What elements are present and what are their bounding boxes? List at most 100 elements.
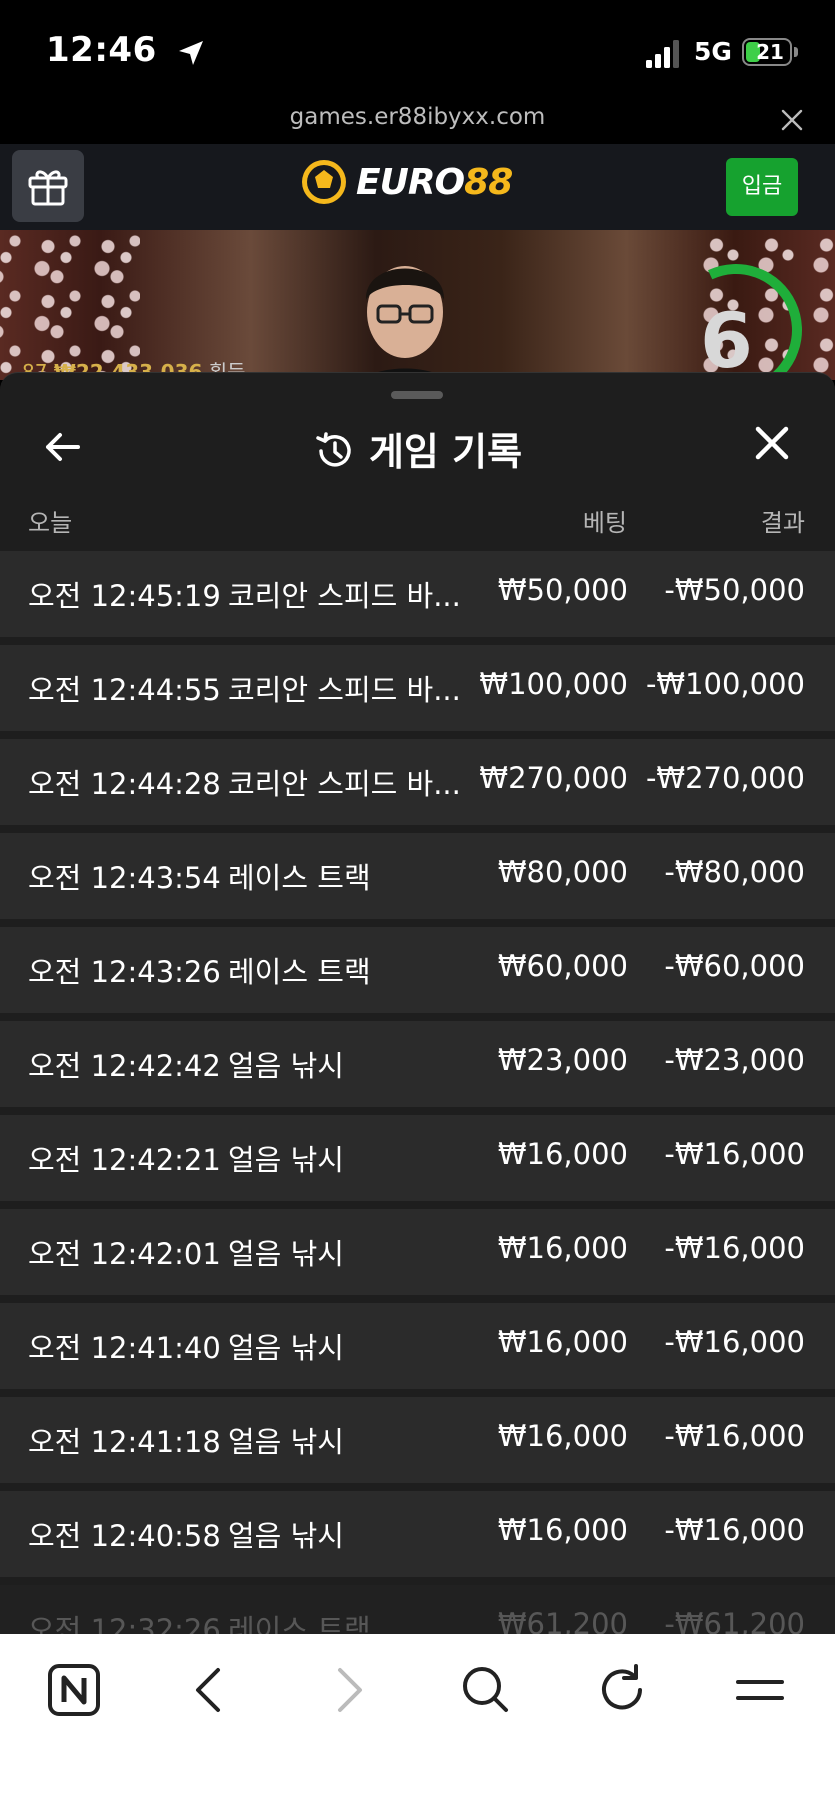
row-bet: ₩100,000	[479, 667, 628, 701]
dealer-image	[360, 266, 450, 380]
row-game: 얼음 낚시	[228, 1143, 344, 1177]
history-row[interactable]: 오전 12:43:54 레이스 트랙 ₩80,000 -₩80,000	[0, 833, 835, 919]
logo-text-yellow: 88	[464, 162, 513, 203]
row-time: 오전 12:32:26	[28, 1613, 221, 1634]
browser-toolbar	[0, 1634, 835, 1808]
site-header: EURO88 입금	[0, 144, 835, 230]
signal-icon	[646, 40, 679, 68]
gift-button[interactable]	[12, 150, 84, 222]
row-result: -₩100,000	[645, 667, 805, 701]
drag-handle[interactable]	[391, 391, 443, 399]
row-bet: ₩16,000	[497, 1325, 628, 1359]
history-row[interactable]: 오전 12:44:28 코리안 스피드 바... ₩270,000 -₩270,…	[0, 739, 835, 825]
row-result: -₩16,000	[664, 1419, 805, 1453]
row-game: 얼음 낚시	[228, 1331, 344, 1365]
search-icon[interactable]	[456, 1660, 516, 1720]
row-result: -₩16,000	[664, 1513, 805, 1547]
row-bet: ₩16,000	[497, 1419, 628, 1453]
battery-icon: 21	[742, 38, 792, 66]
row-bet: ₩16,000	[497, 1513, 628, 1547]
row-game: 코리안 스피드 바...	[228, 767, 458, 801]
row-bet: ₩50,000	[497, 573, 628, 607]
close-icon[interactable]	[752, 423, 792, 463]
row-time: 오전 12:41:40	[28, 1331, 221, 1365]
row-bet: ₩16,000	[497, 1231, 628, 1265]
row-time: 오전 12:44:28	[28, 767, 221, 801]
row-result: -₩16,000	[664, 1231, 805, 1265]
row-game: 레이스 트랙	[228, 861, 371, 895]
chevron-right-icon[interactable]	[318, 1660, 378, 1720]
row-game: 레이스 트랙	[228, 1613, 371, 1634]
row-result: -₩80,000	[664, 855, 805, 889]
network-label: 5G	[694, 37, 732, 66]
row-time: 오전 12:42:42	[28, 1049, 221, 1083]
euro88-logo[interactable]: EURO88	[300, 156, 520, 212]
column-header-result: 결과	[760, 509, 805, 537]
history-list: 오전 12:45:19 코리안 스피드 바... ₩50,000 -₩50,00…	[0, 551, 835, 1634]
row-game: 코리안 스피드 바...	[228, 579, 458, 613]
sheet-title: 게임 기록	[0, 421, 835, 476]
sheet-title-text: 게임 기록	[368, 430, 523, 474]
row-game: 레이스 트랙	[228, 955, 371, 989]
soccer-ball-icon	[302, 160, 346, 204]
row-time: 오전 12:41:18	[28, 1425, 221, 1459]
row-result: -₩270,000	[645, 761, 805, 795]
row-game: 코리안 스피드 바...	[228, 673, 458, 707]
history-row[interactable]: 오전 12:44:55 코리안 스피드 바... ₩100,000 -₩100,…	[0, 645, 835, 731]
history-row[interactable]: 오전 12:41:18 얼음 낚시 ₩16,000 -₩16,000	[0, 1397, 835, 1483]
row-game: 얼음 낚시	[228, 1519, 344, 1553]
history-row[interactable]: 오전 12:32:26 레이스 트랙 ₩61,200 -₩61,200	[0, 1585, 835, 1634]
status-bar: 12:46 5G 21	[0, 0, 835, 100]
row-bet: ₩16,000	[497, 1137, 628, 1171]
url-text[interactable]: games.er88ibyxx.com	[0, 104, 835, 130]
logo-text: EURO88	[356, 162, 513, 203]
row-bet: ₩23,000	[497, 1043, 628, 1077]
row-result: -₩50,000	[664, 573, 805, 607]
history-row[interactable]: 오전 12:40:58 얼음 낚시 ₩16,000 -₩16,000	[0, 1491, 835, 1577]
history-row[interactable]: 오전 12:42:21 얼음 낚시 ₩16,000 -₩16,000	[0, 1115, 835, 1201]
row-game: 얼음 낚시	[228, 1237, 344, 1271]
row-result: -₩23,000	[664, 1043, 805, 1077]
row-result: -₩16,000	[664, 1325, 805, 1359]
battery-level: 21	[756, 40, 784, 64]
logo-text-white: EURO	[356, 162, 465, 203]
history-icon	[316, 431, 351, 467]
game-history-sheet: 게임 기록 오늘 베팅 결과 오전 12:45:19 코리안 스피드 바... …	[0, 372, 835, 1634]
row-result: -₩60,000	[664, 949, 805, 983]
column-header-date: 오늘	[28, 509, 73, 537]
history-row[interactable]: 오전 12:45:19 코리안 스피드 바... ₩50,000 -₩50,00…	[0, 551, 835, 637]
history-row[interactable]: 오전 12:42:01 얼음 낚시 ₩16,000 -₩16,000	[0, 1209, 835, 1295]
menu-icon[interactable]	[730, 1660, 790, 1720]
close-icon[interactable]	[778, 106, 806, 134]
history-row[interactable]: 오전 12:41:40 얼음 낚시 ₩16,000 -₩16,000	[0, 1303, 835, 1389]
row-bet: ₩80,000	[497, 855, 628, 889]
history-row[interactable]: 오전 12:42:42 얼음 낚시 ₩23,000 -₩23,000	[0, 1021, 835, 1107]
row-result: -₩16,000	[664, 1137, 805, 1171]
row-time: 오전 12:42:01	[28, 1237, 221, 1271]
countdown-number: 6	[700, 296, 753, 380]
row-time: 오전 12:43:54	[28, 861, 221, 895]
row-time: 오전 12:44:55	[28, 673, 221, 707]
row-bet: ₩270,000	[479, 761, 628, 795]
row-time: 오전 12:42:21	[28, 1143, 221, 1177]
row-bet: ₩61,200	[497, 1607, 628, 1634]
row-time: 오전 12:43:26	[28, 955, 221, 989]
row-result: -₩61,200	[664, 1607, 805, 1634]
live-video: 6 87 ₩22,433,036 획득	[0, 230, 835, 380]
deposit-button[interactable]: 입금	[726, 158, 798, 216]
row-game: 얼음 낚시	[228, 1049, 344, 1083]
row-time: 오전 12:45:19	[28, 579, 221, 613]
url-bar[interactable]: games.er88ibyxx.com	[0, 100, 835, 144]
row-time: 오전 12:40:58	[28, 1519, 221, 1553]
naver-n-icon[interactable]	[44, 1660, 104, 1720]
location-arrow-icon	[179, 41, 203, 65]
history-row[interactable]: 오전 12:43:26 레이스 트랙 ₩60,000 -₩60,000	[0, 927, 835, 1013]
chevron-left-icon[interactable]	[180, 1660, 240, 1720]
gift-icon	[28, 170, 68, 206]
column-header-bet: 베팅	[582, 509, 627, 537]
row-game: 얼음 낚시	[228, 1425, 344, 1459]
row-bet: ₩60,000	[497, 949, 628, 983]
reload-icon[interactable]	[592, 1660, 652, 1720]
battery-nub	[794, 47, 798, 57]
status-time: 12:46	[46, 30, 157, 70]
